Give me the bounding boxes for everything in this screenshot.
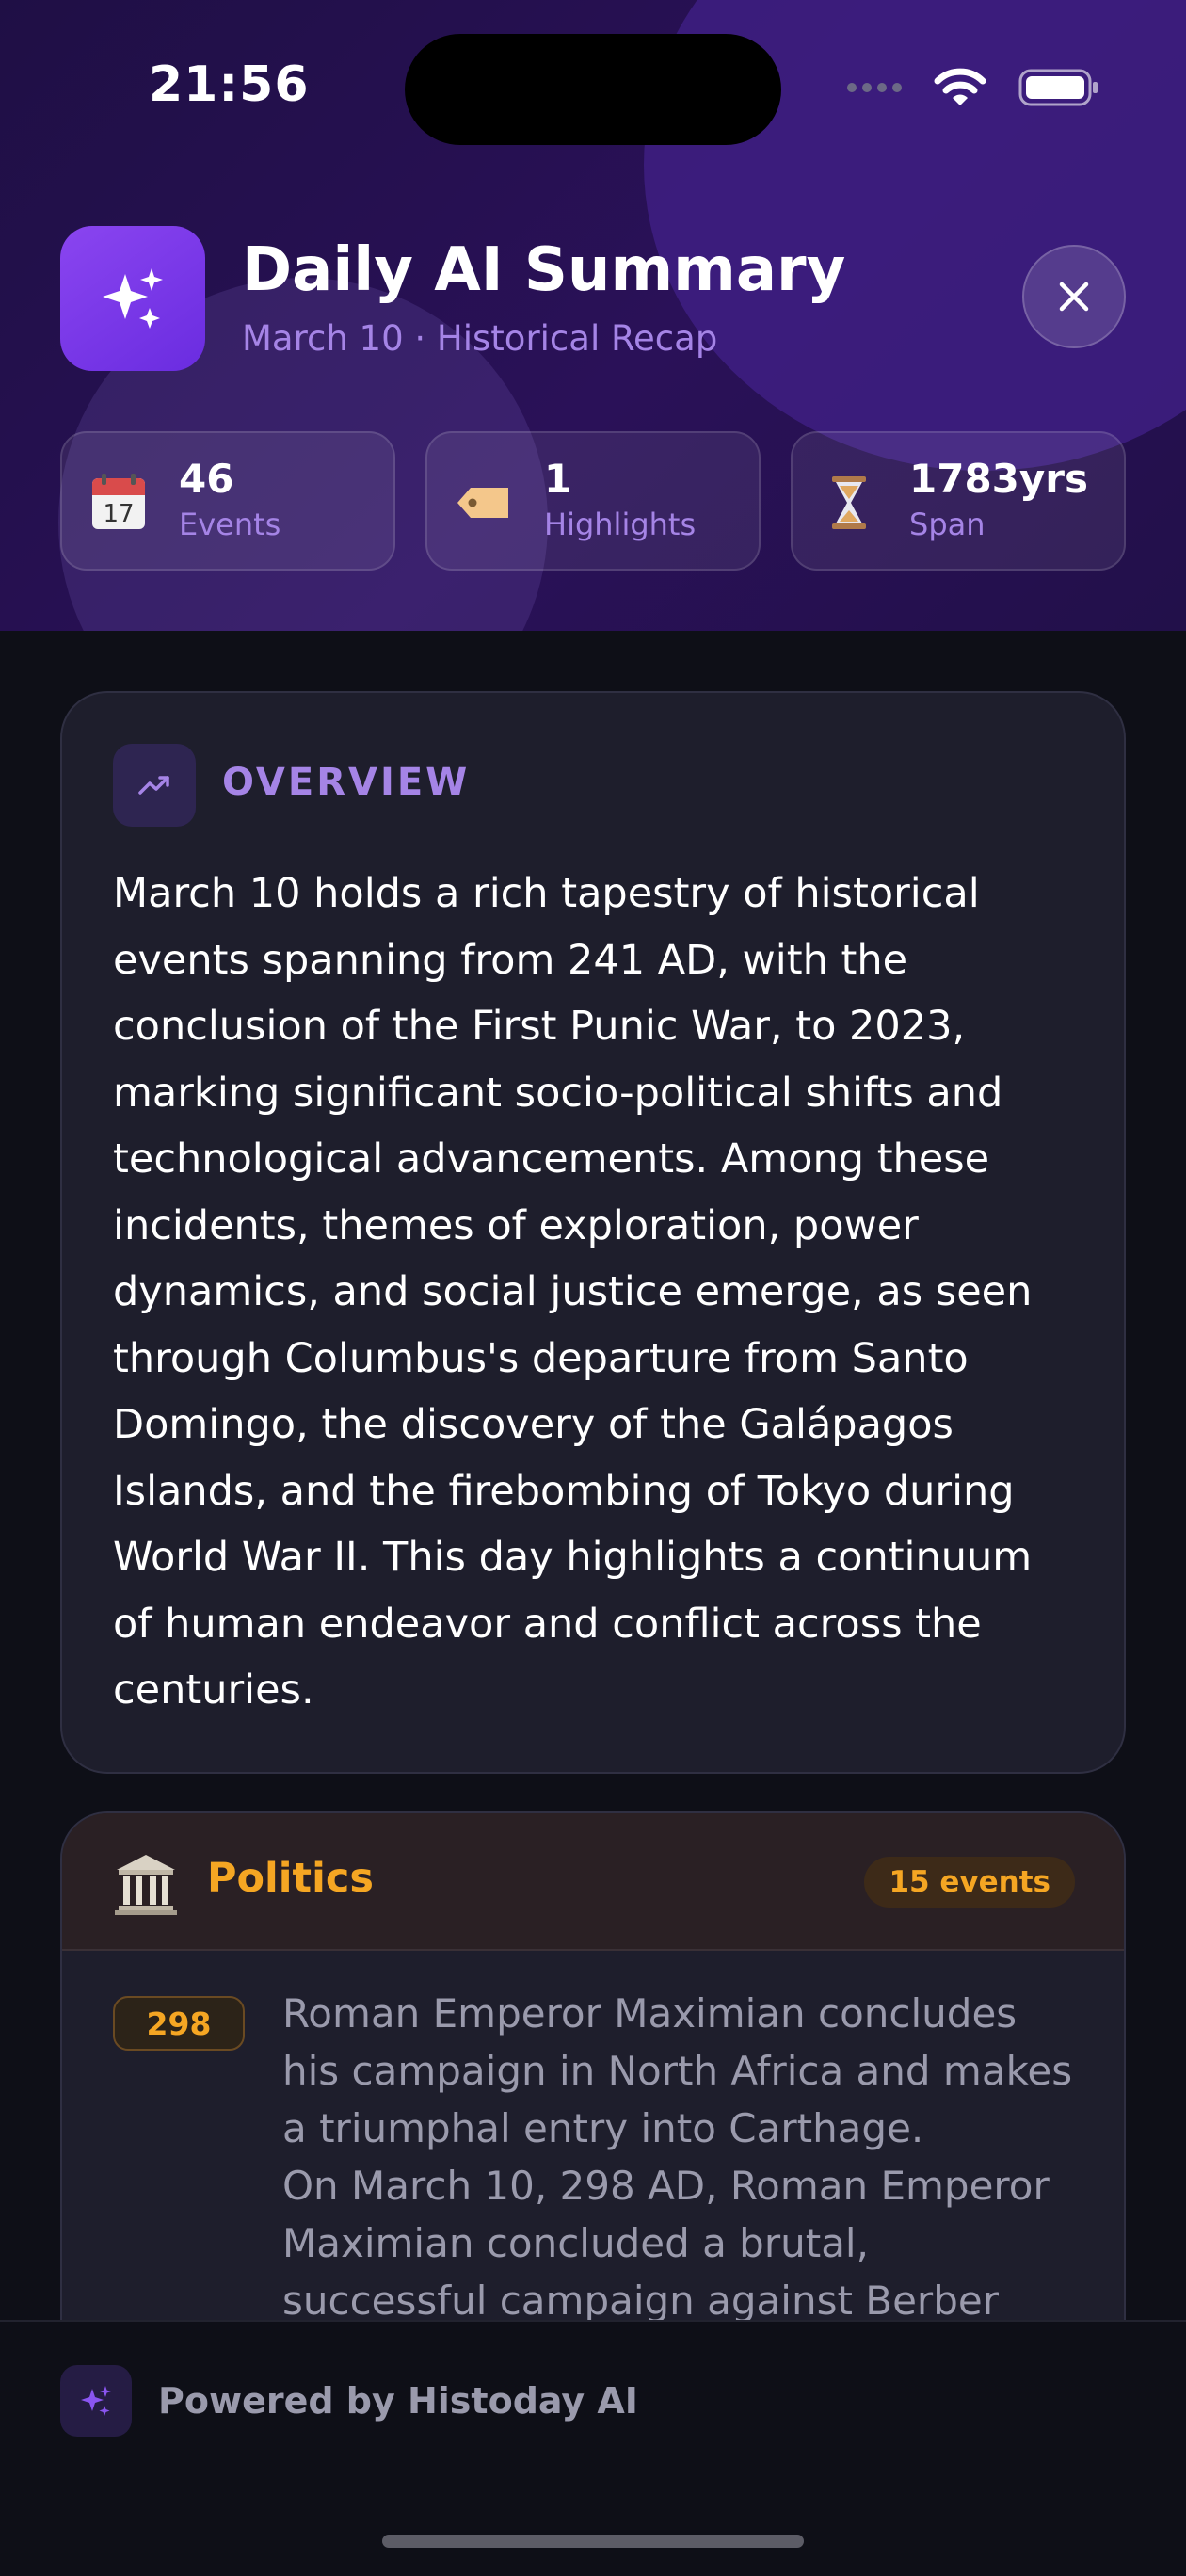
stat-card-span: 1783yrs Span <box>791 431 1126 571</box>
sparkles-icon <box>60 226 205 371</box>
stat-card-highlights: 1 Highlights <box>425 431 761 571</box>
trending-up-icon <box>113 744 196 827</box>
overview-card: OVERVIEW March 10 holds a rich tapestry … <box>60 691 1126 1774</box>
classical-building-icon <box>115 1855 177 1915</box>
stat-card-events: 17 46 Events <box>60 431 395 571</box>
year-badge: 298 <box>113 1996 245 2051</box>
hourglass-icon <box>832 476 866 529</box>
wifi-icon <box>934 68 986 105</box>
powered-by-text: Powered by Histoday AI <box>158 2380 638 2422</box>
sparkles-icon <box>60 2365 132 2437</box>
summary-header: 21:56 Daily AI Summary March 10 · Histor… <box>0 0 1186 631</box>
event-count-badge: 15 events <box>864 1857 1075 1908</box>
category-header[interactable]: Politics 15 events <box>62 1813 1124 1951</box>
stat-value: 1 <box>544 456 572 502</box>
category-title: Politics <box>207 1855 374 1902</box>
stat-value: 1783yrs <box>909 456 1088 502</box>
status-icons <box>847 62 1099 113</box>
calendar-icon: 17 <box>92 474 145 529</box>
dynamic-island <box>405 34 781 145</box>
event-item[interactable]: Roman Emperor Maximian concludes his cam… <box>282 1985 1082 2329</box>
event-summary: Roman Emperor Maximian concludes his cam… <box>282 1990 1073 2151</box>
battery-icon <box>1018 69 1098 106</box>
close-button[interactable] <box>1022 245 1126 348</box>
status-time: 21:56 <box>149 56 310 113</box>
home-indicator[interactable] <box>382 2535 804 2548</box>
signal-icon <box>847 83 902 92</box>
overview-text: March 10 holds a rich tapestry of histor… <box>113 870 1033 1714</box>
close-icon <box>1059 282 1089 312</box>
stat-label: Events <box>179 507 281 542</box>
page-title: Daily AI Summary <box>242 235 846 305</box>
tag-icon <box>457 488 508 518</box>
stat-label: Highlights <box>544 507 697 542</box>
overview-heading: OVERVIEW <box>222 761 471 804</box>
svg-text:17: 17 <box>103 500 134 528</box>
event-detail: On March 10, 298 AD, Roman Emperor Maxim… <box>282 2163 1050 2324</box>
stat-label: Span <box>909 507 986 542</box>
stat-value: 46 <box>179 456 234 502</box>
page-subtitle: March 10 · Historical Recap <box>242 318 718 359</box>
